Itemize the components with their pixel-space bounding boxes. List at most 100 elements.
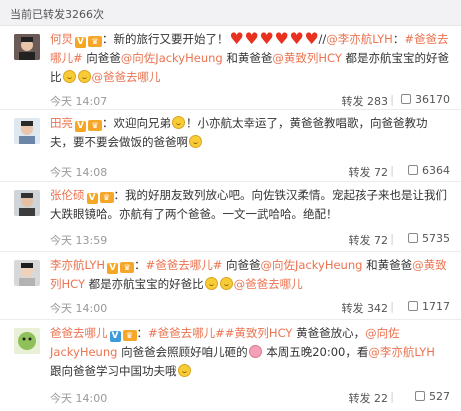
comment-item: 张伦硕 V ♛ ：我的好朋友致列放心吧。向佐铁汉柔情。宠起孩子来也是让我们大跌眼镜哈。… <box>0 182 461 252</box>
mention-link[interactable]: @爸爸去哪儿 <box>234 277 303 291</box>
comment-body: 向爸爸会照顾好咱儿砸的 <box>117 345 248 359</box>
username-link[interactable]: 李亦航LYH <box>50 258 105 272</box>
comment-meta: 今天 14:08 转发 72 | 6364 <box>50 164 450 180</box>
username-link[interactable]: 张伦硕 <box>50 188 85 202</box>
comment-body: 本周五晚20:00，看 <box>262 345 369 359</box>
thumbs-up-icon <box>415 391 425 401</box>
like-button[interactable]: 36170 <box>401 93 450 106</box>
smile-emoji-icon <box>77 70 91 83</box>
heart-eyes-emoji-icon <box>189 135 202 148</box>
comment-item: 何炅V♛：新的旅行又要开始了！//@李亦航LYH：#爸爸去哪儿# 向爸爸@向佐J… <box>0 26 461 110</box>
avatar[interactable] <box>14 260 40 286</box>
divider: | <box>390 232 394 245</box>
pig-emoji-icon <box>248 345 262 358</box>
heart-emoji-icon <box>260 29 274 48</box>
forward-button[interactable]: 转发 72 <box>349 232 389 248</box>
comment-text: 李亦航LYH V ♛ ：#爸爸去哪儿# 向爸爸@向佐JackyHeung 和黄爸爸@黄… <box>50 256 450 294</box>
thumbs-up-icon <box>401 94 411 104</box>
timestamp: 今天 14:07 <box>50 95 108 108</box>
verified-icon: V <box>109 331 121 342</box>
comment-meta: 今天 14:00 转发 22 | 527 <box>50 390 450 406</box>
divider: | <box>390 300 394 313</box>
like-button[interactable]: 5735 <box>408 232 450 245</box>
smile-emoji-icon <box>204 277 218 290</box>
vip-crown-icon: ♛ <box>122 330 137 341</box>
thumbs-up-icon <box>408 301 418 311</box>
avatar[interactable] <box>14 34 40 60</box>
thumbs-up-icon <box>408 233 418 243</box>
like-count: 5735 <box>422 232 450 245</box>
heart-emoji-icon <box>275 29 289 48</box>
timestamp: 今天 14:00 <box>50 392 108 405</box>
mention-link[interactable]: @向佐JackyHeung <box>261 258 363 272</box>
divider: | <box>390 93 394 106</box>
comment-item: 李亦航LYH V ♛ ：#爸爸去哪儿# 向爸爸@向佐JackyHeung 和黄爸爸@黄… <box>0 252 461 320</box>
forward-button[interactable]: 转发 72 <box>349 164 389 180</box>
comment-body: 黄爸爸放心， <box>292 326 366 340</box>
comment-text: 爸爸去哪儿 V ♛ ：#爸爸去哪儿##黄致列HCY 黄爸爸放心，@向佐JackyHeu… <box>50 324 450 381</box>
like-count: 527 <box>429 390 450 403</box>
topic-link[interactable]: #爸爸去哪儿# <box>146 258 223 272</box>
comment-body: ： <box>392 32 405 46</box>
smile-emoji-icon <box>62 70 76 83</box>
avatar[interactable] <box>14 328 40 354</box>
forward-count-title: 当前已转发3266次 <box>10 8 104 21</box>
username-link[interactable]: 爸爸去哪儿 <box>50 326 108 340</box>
comment-body: ：新的旅行又要开始了！ <box>102 32 229 46</box>
comment-body: 和黄爸爸 <box>362 258 413 272</box>
mention-link[interactable]: @爸爸去哪儿 <box>92 70 161 84</box>
smile-emoji-icon <box>219 277 233 290</box>
avatar[interactable] <box>14 190 40 216</box>
topic-link[interactable]: #黄致列HCY <box>225 326 293 340</box>
smile-emoji-icon <box>177 364 191 377</box>
comment-body: ： <box>136 326 149 340</box>
forward-count-header: 当前已转发3266次 <box>0 0 461 26</box>
vip-crown-icon: ♛ <box>99 192 114 203</box>
like-button[interactable]: 1717 <box>408 300 450 313</box>
avatar[interactable] <box>14 118 40 144</box>
comment-body: 和黄爸爸 <box>222 51 273 65</box>
forward-button[interactable]: 转发 283 <box>342 93 389 109</box>
comment-meta: 今天 14:00 转发 342 | 1717 <box>50 300 450 316</box>
mention-link[interactable]: @黄致列HCY <box>272 51 342 65</box>
verified-icon: V <box>75 37 86 48</box>
comment-item: 田亮 V ♛ ：欢迎向兄弟 ！小亦航太幸运了，黄爸爸教唱歌，向爸爸教功夫，要不要会做饭的… <box>0 110 461 182</box>
forward-button[interactable]: 转发 22 <box>349 390 389 406</box>
timestamp: 今天 14:00 <box>50 302 108 315</box>
comment-meta: 今天 13:59 转发 72 | 5735 <box>50 232 450 248</box>
mention-link[interactable]: @向佐JackyHeung <box>121 51 223 65</box>
heart-emoji-icon <box>305 29 319 48</box>
laughing-emoji-icon <box>172 116 185 129</box>
verified-icon: V <box>75 121 86 132</box>
heart-emoji-icon <box>245 29 259 48</box>
heart-emoji-icon <box>290 29 304 48</box>
username-link[interactable]: 何炅 <box>50 32 73 46</box>
comment-body: 都是亦航宝宝的好爸比 <box>85 277 204 291</box>
like-button[interactable]: 6364 <box>408 164 450 177</box>
mention-link[interactable]: @李亦航LYH <box>326 32 393 46</box>
comment-text: 何炅V♛：新的旅行又要开始了！//@李亦航LYH：#爸爸去哪儿# 向爸爸@向佐J… <box>50 29 450 87</box>
verified-icon: V <box>107 263 119 274</box>
timestamp: 今天 13:59 <box>50 234 108 247</box>
mention-link[interactable]: @李亦航LYH <box>368 345 435 359</box>
thumbs-up-icon <box>408 165 418 175</box>
comment-body: 向爸爸 <box>82 51 121 65</box>
like-button[interactable]: 527 <box>415 390 450 403</box>
comment-body: ： <box>134 258 146 272</box>
vip-crown-icon: ♛ <box>88 120 102 131</box>
vip-crown-icon: ♛ <box>88 36 102 47</box>
comment-meta: 今天 14:07 转发 283 | 36170 <box>50 93 450 109</box>
comment-text: 田亮 V ♛ ：欢迎向兄弟 ！小亦航太幸运了，黄爸爸教唱歌，向爸爸教功夫，要不要会做饭的… <box>50 114 450 152</box>
divider: | <box>390 164 394 177</box>
username-link[interactable]: 田亮 <box>50 116 73 130</box>
comment-body: ：欢迎向兄弟 <box>102 116 171 130</box>
vip-crown-icon: ♛ <box>120 262 135 273</box>
heart-emoji-icon <box>230 29 244 48</box>
comment-text: 张伦硕 V ♛ ：我的好朋友致列放心吧。向佐铁汉柔情。宠起孩子来也是让我们大跌眼镜哈。… <box>50 186 450 224</box>
like-count: 36170 <box>415 93 450 106</box>
topic-link[interactable]: #爸爸去哪儿# <box>148 326 225 340</box>
like-count: 1717 <box>422 300 450 313</box>
timestamp: 今天 14:08 <box>50 166 108 179</box>
forward-button[interactable]: 转发 342 <box>342 300 389 316</box>
like-count: 6364 <box>422 164 450 177</box>
